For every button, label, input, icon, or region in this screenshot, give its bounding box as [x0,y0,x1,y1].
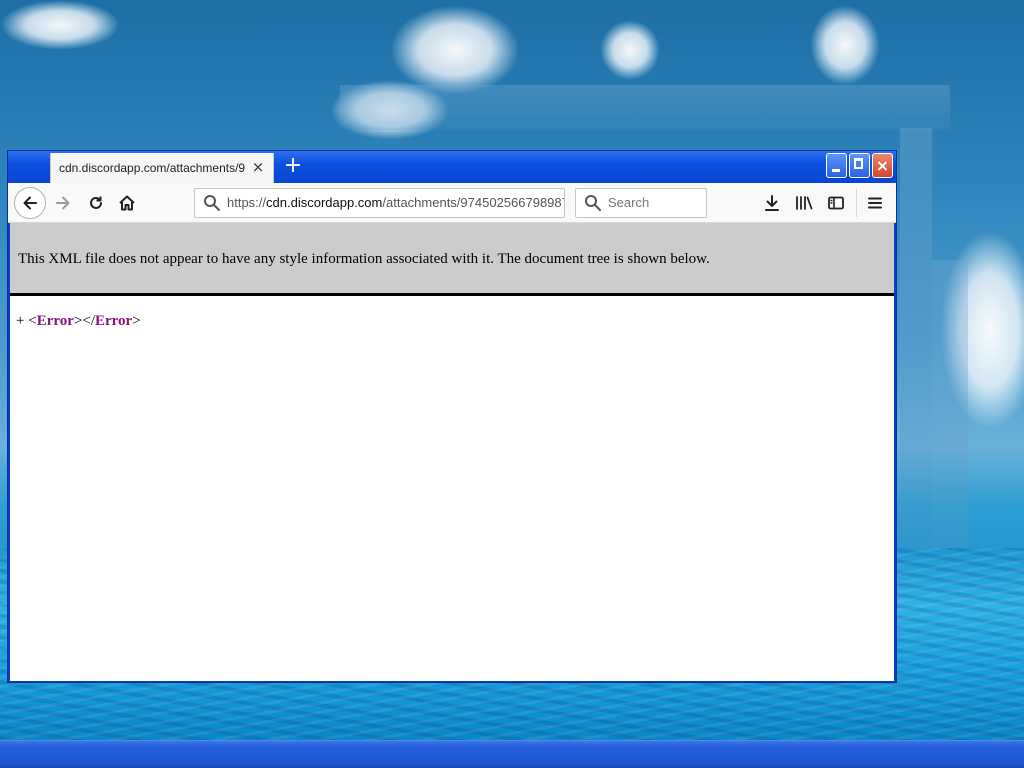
forward-icon [56,196,70,210]
collapse-toggle[interactable]: + [16,313,24,329]
menu-icon [868,197,882,209]
url-scheme: https:// [227,195,267,210]
xml-info-text: This XML file does not appear to have an… [18,251,710,267]
tab-title: cdn.discordapp.com/attachments/974502566… [59,161,245,175]
url-bar[interactable]: https://cdn.discordapp.com/attachments/9… [194,188,565,218]
tab-active[interactable]: cdn.discordapp.com/attachments/974502566… [50,153,274,183]
tab-close-icon[interactable]: × [251,160,265,175]
reload-button[interactable] [83,190,109,216]
toolbar-separator [856,189,857,217]
close-window-button[interactable]: × [872,153,893,178]
cloud [810,5,880,85]
xml-tag-name: Error [36,313,74,329]
library-button[interactable] [791,190,817,216]
open-bracket: < [28,313,37,329]
page-content: This XML file does not appear to have an… [10,223,894,681]
download-icon [765,195,779,211]
close-icon: × [875,156,890,175]
xml-tree: + <Error></Error> [16,313,141,330]
url-host: cdn.discordapp.com [266,195,383,210]
close-open-bracket: ></ [73,313,95,329]
url-path: /attachments/974502566798987 [382,195,565,210]
new-tab-button[interactable]: + [282,154,304,180]
library-icon [796,196,813,210]
url-text: https://cdn.discordapp.com/attachments/9… [227,189,565,217]
nav-toolbar: https://cdn.discordapp.com/attachments/9… [8,183,896,223]
cloud [600,20,660,80]
home-button[interactable] [114,190,140,216]
xml-close-tag-name: Error [95,313,133,329]
desktop: cdn.discordapp.com/attachments/974502566… [0,0,1024,768]
xml-info-banner: This XML file does not appear to have an… [10,223,894,296]
back-button[interactable] [14,187,46,219]
search-icon [204,195,220,211]
maximize-button[interactable] [849,153,870,178]
search-placeholder: Search [608,195,650,210]
sidebar-button[interactable] [823,190,849,216]
reload-icon [90,196,102,209]
sidebar-icon [828,196,844,210]
search-bar[interactable]: Search [575,188,707,218]
back-icon [23,196,37,210]
home-icon [119,195,135,211]
window-ghost [900,128,932,598]
cloud [0,0,120,50]
downloads-button[interactable] [759,190,785,216]
title-bar[interactable]: cdn.discordapp.com/attachments/974502566… [8,151,896,183]
browser-window: cdn.discordapp.com/attachments/974502566… [7,150,897,683]
forward-button[interactable] [50,190,76,216]
menu-button[interactable] [862,190,888,216]
taskbar [0,740,1024,768]
search-icon [585,195,601,211]
minimize-button[interactable] [826,153,847,178]
close-bracket: > [132,313,141,329]
window-ghost [340,85,950,130]
